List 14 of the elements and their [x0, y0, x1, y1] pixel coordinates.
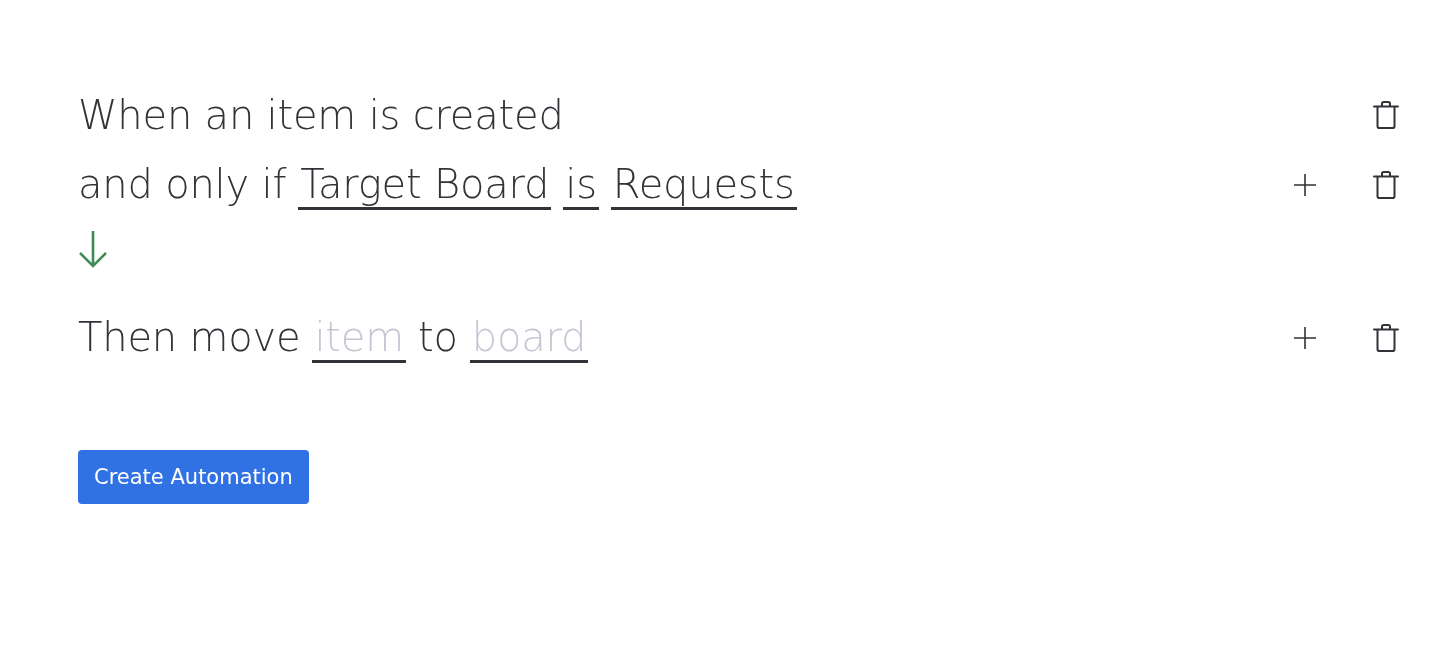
trash-icon: [1373, 171, 1399, 199]
plus-icon: [1294, 174, 1316, 196]
field-selector[interactable]: Target Board: [298, 160, 552, 210]
field-selector[interactable]: is: [563, 160, 599, 210]
rule-text: Then move: [78, 313, 301, 360]
create-automation-button[interactable]: Create Automation: [78, 450, 309, 504]
rule-text: When an item is created: [78, 92, 564, 138]
trash-icon: [1373, 101, 1399, 129]
trash-icon: [1373, 324, 1399, 352]
rule-text: and only if: [78, 160, 287, 207]
plus-icon: [1294, 327, 1316, 349]
field-selector[interactable]: Requests: [610, 160, 797, 210]
down-arrow-icon: [78, 230, 108, 268]
rule-text: to: [417, 313, 458, 360]
